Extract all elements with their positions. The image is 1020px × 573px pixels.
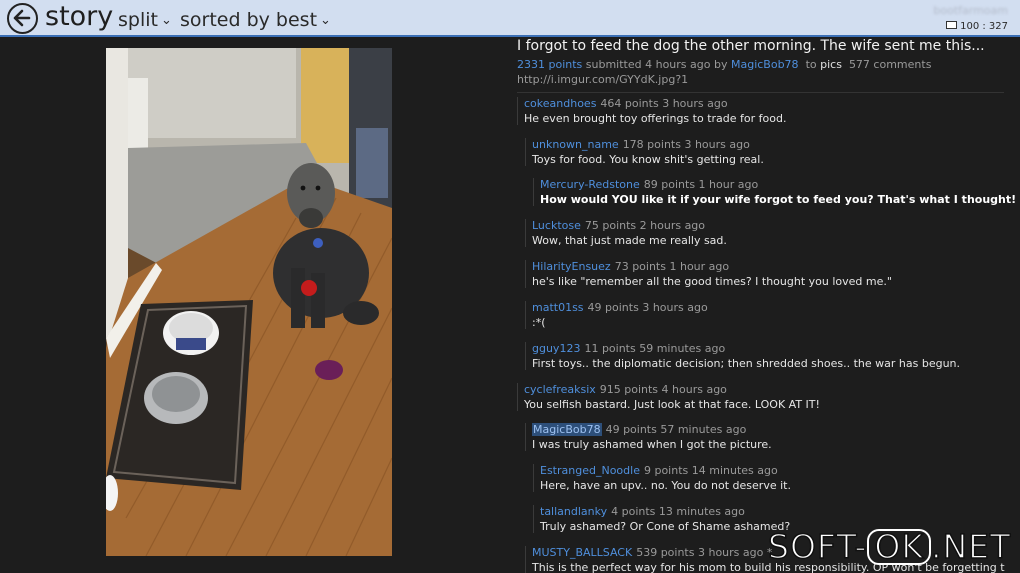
karma-label: 100 : 327: [960, 21, 1008, 32]
comment-body: :*(: [532, 316, 546, 329]
comment-body: Truly ashamed? Or Cone of Shame ashamed?: [540, 520, 791, 533]
comment-meta: 9 points 14 minutes ago: [643, 464, 778, 477]
comment-meta: 915 points 4 hours ago: [599, 383, 727, 396]
mail-icon: [946, 21, 958, 29]
post-by: by: [713, 58, 728, 71]
comment-author[interactable]: Mercury-Redstone: [540, 178, 640, 191]
comment: unknown_name 178 points 3 hours ago Toys …: [525, 138, 764, 166]
post-points: 2331 points: [517, 58, 583, 71]
arrow-left-icon: [13, 9, 31, 27]
comment: cyclefreaksix 915 points 4 hours ago You …: [517, 383, 820, 411]
comment-meta: 464 points 3 hours ago: [600, 97, 728, 110]
dog-photo: [106, 48, 392, 556]
watermark: SOFT- OK .NET: [767, 526, 1012, 567]
comment-meta: 11 points 59 minutes ago: [584, 342, 726, 355]
comment-author[interactable]: cokeandhoes: [524, 97, 596, 110]
watermark-ok: OK: [867, 529, 931, 565]
post-submitted: submitted 4 hours ago: [585, 58, 711, 71]
comment-author[interactable]: MUSTY_BALLSACK: [532, 546, 632, 559]
comment-body: First toys.. the diplomatic decision; th…: [532, 357, 961, 370]
post-meta: 2331 points submitted 4 hours ago by Mag…: [517, 58, 931, 71]
post-title[interactable]: I forgot to feed the dog the other morni…: [517, 38, 985, 54]
back-button[interactable]: [7, 3, 38, 34]
comment-author[interactable]: HilarityEnsuez: [532, 260, 611, 273]
comment: HilarityEnsuez 73 points 1 hour ago he's …: [525, 260, 892, 288]
comment-body: Toys for food. You know shit's getting r…: [532, 153, 764, 166]
comment-body: Wow, that just made me really sad.: [532, 234, 727, 247]
comment-meta: 49 points 3 hours ago: [587, 301, 708, 314]
comment: MagicBob78 49 points 57 minutes ago I was…: [525, 423, 772, 451]
comment-body: I was truly ashamed when I got the pictu…: [532, 438, 772, 451]
watermark-left: SOFT-: [767, 526, 868, 567]
post-to: to: [805, 58, 817, 71]
app-header: story split ⌄ sorted by best ⌄ bootfarmoam…: [0, 0, 1020, 37]
comment-meta: 178 points 3 hours ago: [622, 138, 750, 151]
page-title: story: [45, 1, 114, 32]
post-url[interactable]: http://i.imgur.com/GYYdK.jpg?1: [517, 73, 688, 86]
comment-author[interactable]: tallandlanky: [540, 505, 607, 518]
comment-meta: 4 points 13 minutes ago: [611, 505, 745, 518]
subreddit-link[interactable]: pics: [820, 58, 842, 71]
comment-author[interactable]: unknown_name: [532, 138, 619, 151]
comment-body: he's like "remember all the good times? …: [532, 275, 892, 288]
comment-author[interactable]: matt01ss: [532, 301, 584, 314]
comment-meta: 539 points 3 hours ago *: [636, 546, 773, 559]
comment: cokeandhoes 464 points 3 hours ago He eve…: [517, 97, 786, 125]
sort-dropdown[interactable]: sorted by best ⌄: [180, 9, 331, 31]
comment: tallandlanky 4 points 13 minutes ago Trul…: [533, 505, 790, 533]
comment-meta: 89 points 1 hour ago: [643, 178, 759, 191]
chevron-down-icon: ⌄: [160, 13, 172, 28]
comment: gguy123 11 points 59 minutes ago First to…: [525, 342, 960, 370]
post-image[interactable]: [106, 48, 392, 556]
comment-meta: 73 points 1 hour ago: [614, 260, 730, 273]
chevron-down-icon: ⌄: [320, 13, 331, 28]
comment: Lucktose 75 points 2 hours ago Wow, that …: [525, 219, 727, 247]
view-mode-label: split: [118, 9, 158, 31]
comment-author-op[interactable]: MagicBob78: [532, 423, 602, 436]
sort-label: sorted by best: [180, 9, 318, 31]
username[interactable]: bootfarmoam: [933, 4, 1008, 17]
comment-author[interactable]: cyclefreaksix: [524, 383, 596, 396]
comment-author[interactable]: gguy123: [532, 342, 580, 355]
comment-body: You selfish bastard. Just look at that f…: [524, 398, 820, 411]
karma-display[interactable]: 100 : 327: [946, 21, 1008, 32]
divider: [517, 92, 1004, 93]
comment: Mercury-Redstone 89 points 1 hour ago How…: [533, 178, 1016, 206]
comment-meta: 49 points 57 minutes ago: [605, 423, 747, 436]
watermark-right: .NET: [930, 526, 1012, 567]
comment-body: How would YOU like it if your wife forgo…: [540, 193, 1017, 206]
comment-body: Here, have an upv.. no. You do not deser…: [540, 479, 791, 492]
comment-body: He even brought toy offerings to trade f…: [524, 112, 787, 125]
comment-meta: 75 points 2 hours ago: [584, 219, 706, 232]
view-mode-dropdown[interactable]: split ⌄: [118, 9, 172, 31]
comment-count[interactable]: 577 comments: [849, 58, 931, 71]
comment: matt01ss 49 points 3 hours ago :*(: [525, 301, 708, 329]
comment-author[interactable]: Lucktose: [532, 219, 581, 232]
comment: Estranged_Noodle 9 points 14 minutes ago …: [533, 464, 791, 492]
post-author-link[interactable]: MagicBob78: [731, 58, 799, 71]
comment-author[interactable]: Estranged_Noodle: [540, 464, 640, 477]
